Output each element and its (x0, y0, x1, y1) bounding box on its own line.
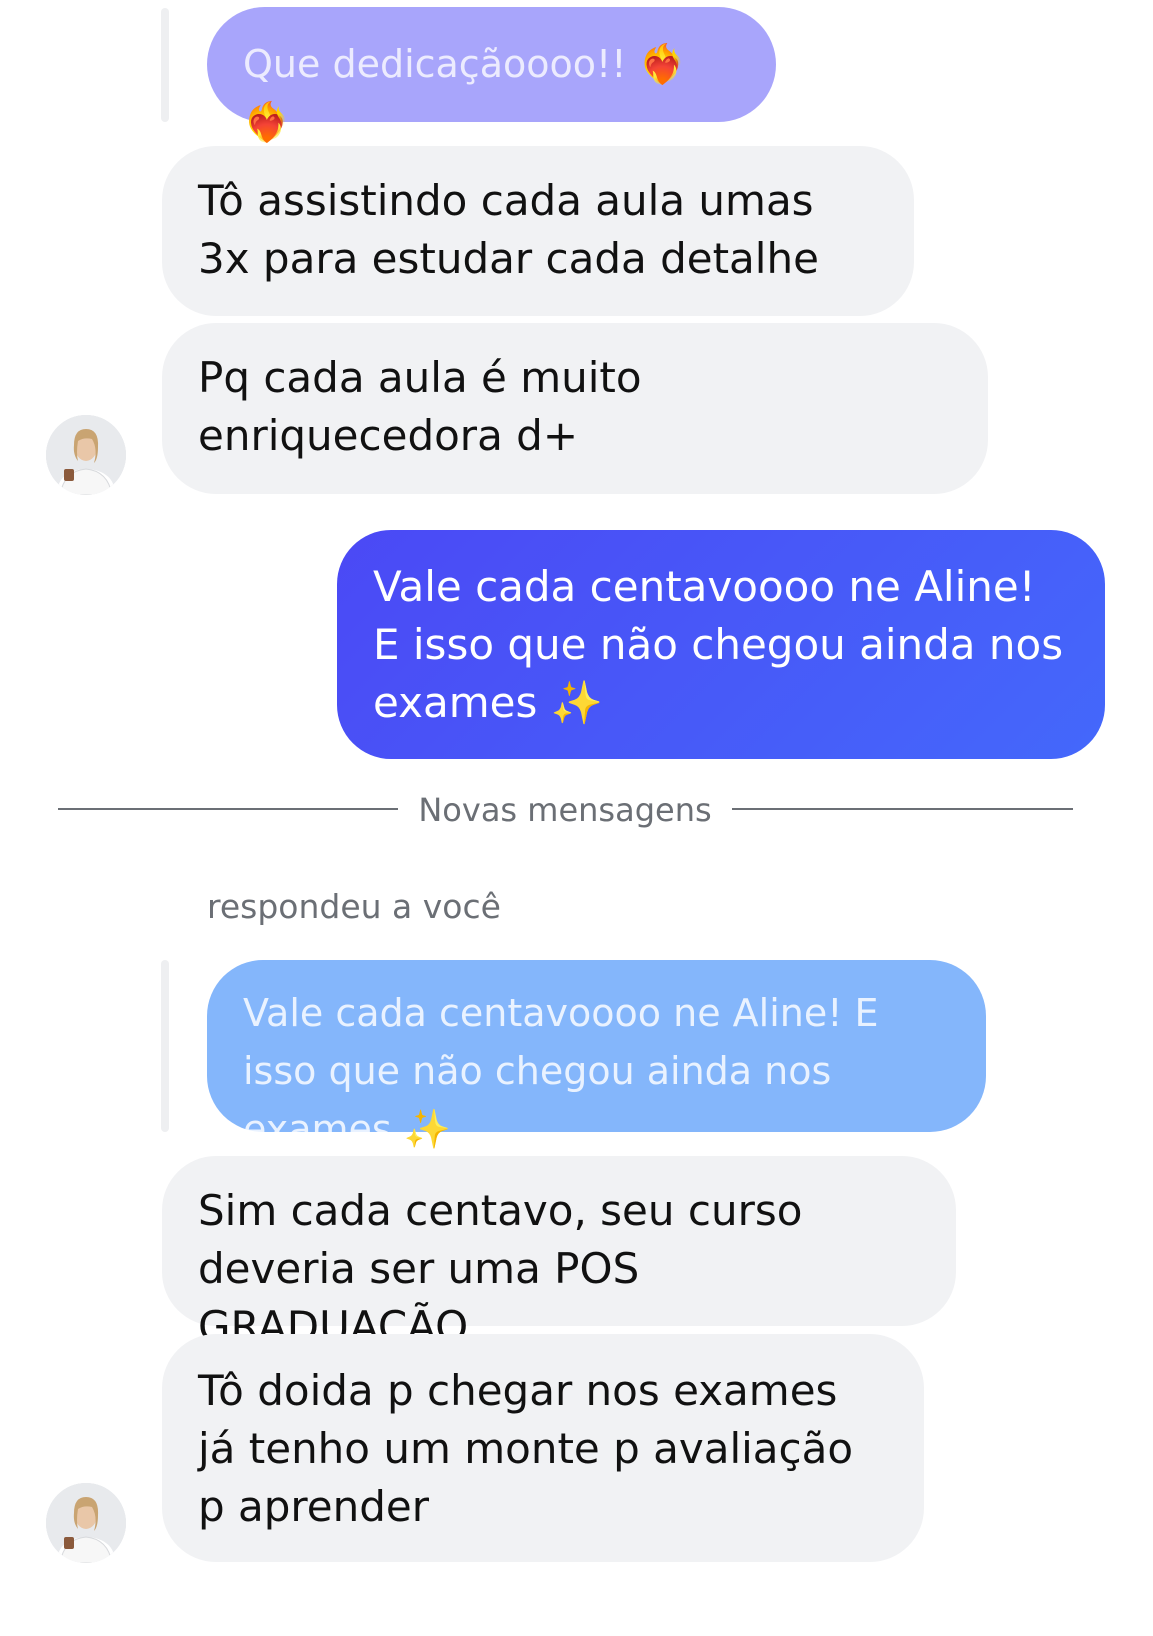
quoted-message-reply[interactable]: Vale cada centavoooo ne Aline! E isso qu… (207, 960, 986, 1151)
message-text: Vale cada centavoooo ne Aline! E isso qu… (373, 562, 1064, 727)
outgoing-message[interactable]: Vale cada centavoooo ne Aline! E isso qu… (337, 530, 1105, 759)
avatar[interactable] (46, 1483, 126, 1563)
message-text: Sim cada centavo, seu curso deveria ser … (198, 1186, 803, 1351)
reply-indicator-bar (161, 8, 169, 122)
incoming-message[interactable]: Tô doida p chegar nos exames já tenho um… (162, 1334, 924, 1562)
reply-indicator-bar (161, 960, 169, 1132)
user-avatar-icon (46, 415, 126, 495)
message-text: Tô assistindo cada aula umas 3x para est… (198, 176, 819, 283)
avatar[interactable] (46, 415, 126, 495)
incoming-message[interactable]: Tô assistindo cada aula umas 3x para est… (162, 146, 914, 316)
divider-line-left (58, 808, 398, 810)
reply-context-label: respondeu a você (207, 887, 501, 926)
quoted-message-top[interactable]: Que dedicaçãoooo!! ❤️‍🔥 ❤️‍🔥 (207, 7, 776, 144)
message-text: Pq cada aula é muito enriquecedora d+ (198, 353, 642, 460)
quoted-message-text: Vale cada centavoooo ne Aline! E isso qu… (243, 991, 879, 1151)
new-messages-divider: Novas mensagens (418, 791, 712, 829)
incoming-message[interactable]: Pq cada aula é muito enriquecedora d+ (162, 323, 988, 494)
divider-line-right (732, 808, 1073, 810)
user-avatar-icon (46, 1483, 126, 1563)
message-text: Tô doida p chegar nos exames já tenho um… (198, 1366, 854, 1531)
quoted-message-text: Que dedicaçãoooo!! (243, 42, 627, 86)
incoming-message[interactable]: Sim cada centavo, seu curso deveria ser … (162, 1156, 956, 1351)
sparkles-icon: ✨ (550, 678, 603, 727)
sparkles-icon: ✨ (403, 1107, 452, 1151)
